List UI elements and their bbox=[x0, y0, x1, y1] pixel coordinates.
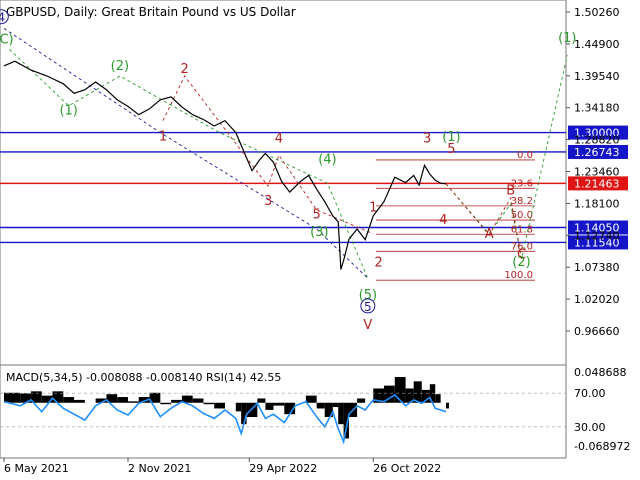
time-tick-label: 29 Apr 2022 bbox=[249, 462, 317, 475]
indicator-title: MACD(5,34,5) -0.008088 -0.008140 RSI(14)… bbox=[6, 371, 281, 384]
wave-label: 3 bbox=[264, 194, 272, 209]
macd-bar bbox=[203, 402, 215, 405]
price-tick-label: 1.02020 bbox=[574, 293, 620, 306]
macd-bar bbox=[192, 398, 204, 403]
macd-bar bbox=[357, 398, 366, 403]
macd-bar bbox=[214, 402, 226, 409]
wave-label: A bbox=[485, 227, 494, 242]
wave-label: 4 bbox=[0, 11, 5, 25]
price-tick-label: 1.12740 bbox=[574, 229, 620, 242]
macd-bar bbox=[435, 394, 441, 403]
price-tick-label: 1.18100 bbox=[574, 197, 620, 210]
price-tick-label: 1.34180 bbox=[574, 102, 620, 115]
wave-label: 4 bbox=[275, 132, 283, 147]
macd-bar bbox=[117, 397, 128, 403]
macd-bar bbox=[127, 401, 139, 403]
price-tick-label: 1.39540 bbox=[574, 70, 620, 83]
indicator-tick-label: -0.068972 bbox=[574, 440, 630, 453]
price-tick-label: 0.96660 bbox=[574, 325, 620, 338]
chart-root: GBPUSD, Daily: Great Britain Pound vs US… bbox=[0, 0, 640, 480]
fib-label: 100.0 bbox=[504, 270, 533, 281]
macd-bar bbox=[332, 402, 339, 408]
level-tag-label: 1.21463 bbox=[574, 177, 620, 190]
macd-bar bbox=[446, 402, 450, 409]
wave-label: 5 bbox=[313, 207, 321, 222]
fib-label: 0.0 bbox=[517, 150, 533, 161]
macd-bar bbox=[74, 399, 85, 403]
macd-bar bbox=[265, 402, 274, 410]
wave-label: 1 bbox=[369, 201, 377, 216]
wave-label: (2) bbox=[111, 59, 129, 74]
time-tick-label: 6 May 2021 bbox=[4, 462, 69, 475]
wave-label: (1) bbox=[59, 104, 77, 119]
fib-label: 61.8 bbox=[511, 224, 533, 235]
price-tick-label: 1.44900 bbox=[574, 38, 620, 51]
macd-bar bbox=[273, 402, 285, 406]
price-tick-label: 1.23460 bbox=[574, 166, 620, 179]
macd-bar bbox=[316, 402, 325, 409]
wave-label: (C) bbox=[0, 32, 14, 47]
wave-label: 4 bbox=[439, 213, 447, 228]
price-tick-label: 1.50260 bbox=[574, 6, 620, 19]
wave-label: 2 bbox=[180, 62, 188, 77]
macd-bar bbox=[160, 402, 172, 405]
wave-label: 5 bbox=[364, 300, 372, 314]
time-tick-label: 2 Nov 2021 bbox=[128, 462, 191, 475]
macd-bar bbox=[4, 392, 21, 403]
wave-label: 3 bbox=[423, 132, 431, 147]
wave-label: (2) bbox=[512, 255, 530, 270]
macd-bar bbox=[394, 377, 406, 403]
price-tick-label: 1.28820 bbox=[574, 134, 620, 147]
wave-label: B bbox=[506, 183, 515, 198]
macd-bar bbox=[305, 395, 317, 403]
chart-title: GBPUSD, Daily: Great Britain Pound vs US… bbox=[6, 5, 296, 19]
time-tick-label: 26 Oct 2022 bbox=[373, 462, 441, 475]
indicator-tick-label: 70.00 bbox=[574, 387, 606, 400]
macd-bar bbox=[63, 397, 75, 403]
wave-label: 1 bbox=[159, 129, 167, 144]
price-tick-label: 1.07380 bbox=[574, 261, 620, 274]
level-tag-label: 1.26743 bbox=[574, 146, 620, 159]
indicator-tick-label: 30.00 bbox=[574, 421, 606, 434]
wave-label: V bbox=[363, 318, 372, 333]
macd-bar bbox=[257, 398, 266, 403]
wave-label: (3) bbox=[310, 225, 328, 240]
macd-bar bbox=[235, 402, 242, 412]
wave-label: 2 bbox=[374, 255, 382, 270]
macd-bar bbox=[241, 402, 247, 425]
wave-label: 5 bbox=[447, 142, 455, 157]
macd-bar bbox=[338, 402, 344, 425]
indicator-tick-label: 0.048688 bbox=[574, 366, 627, 379]
wave-label: (4) bbox=[318, 153, 336, 168]
